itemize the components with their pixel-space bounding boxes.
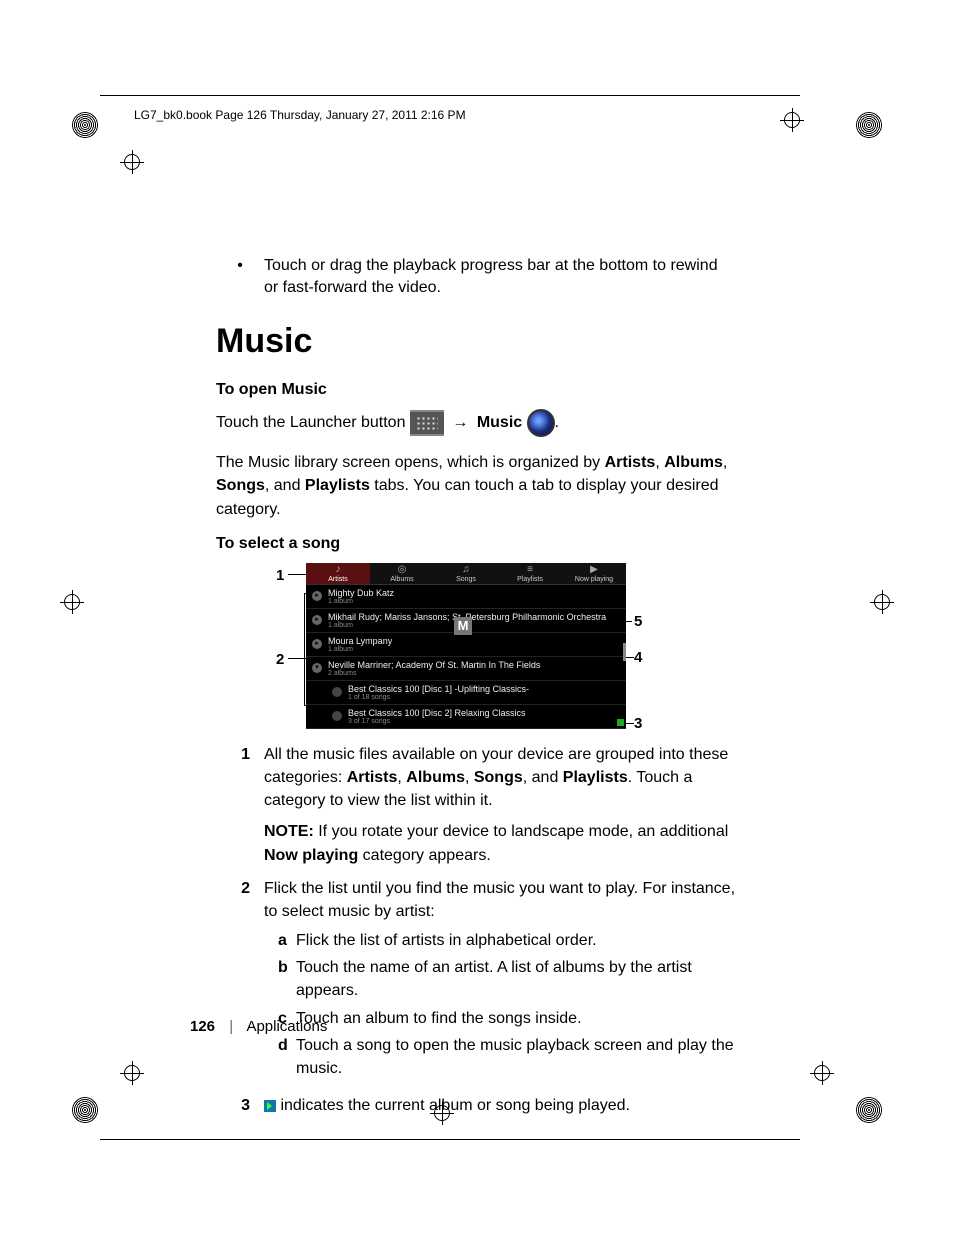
substep-a: aFlick the list of artists in alphabetic… <box>278 929 736 952</box>
now-playing-indicator-icon <box>617 719 624 726</box>
registration-mark <box>870 590 894 614</box>
text: . <box>555 414 559 431</box>
crop-swirl <box>856 112 882 138</box>
text: Touch the Launcher button <box>216 414 410 431</box>
tab-now-playing: ▶Now playing <box>562 563 626 585</box>
registration-mark <box>810 1061 834 1085</box>
substep-b: bTouch the name of an artist. A list of … <box>278 956 736 1002</box>
artist-row: ▸ Mighty Dub Katz1 album <box>306 585 626 609</box>
music-icon <box>527 409 555 437</box>
album-row: Best Classics 100 [Disc 1] -Uplifting Cl… <box>306 681 626 705</box>
tab-playlists: ≡Playlists <box>498 563 562 585</box>
open-music-instruction: Touch the Launcher button → Music . <box>216 409 736 437</box>
callout-4: 4 <box>634 649 642 666</box>
registration-mark <box>120 150 144 174</box>
album-icon <box>332 711 342 721</box>
index-letter-overlay: M <box>454 617 472 635</box>
page-content: • Touch or drag the playback progress ba… <box>216 255 736 1127</box>
step-1: 1 All the music files available on your … <box>216 743 736 867</box>
registration-mark <box>120 1061 144 1085</box>
crop-line <box>100 95 800 96</box>
numbered-steps: 1 All the music files available on your … <box>216 743 736 1118</box>
library-description: The Music library screen opens, which is… <box>216 451 736 521</box>
callout-bracket <box>304 593 305 705</box>
expand-icon: ▸ <box>312 591 322 601</box>
substep-c: cTouch an album to find the songs inside… <box>278 1007 736 1030</box>
annotated-screenshot: 1 2 5 4 3 ♪Artists ◎Albums ♫Songs ≡Playl… <box>216 563 736 729</box>
callout-line <box>288 574 306 575</box>
artist-row: ▾ Neville Marriner; Academy Of St. Marti… <box>306 657 626 681</box>
play-indicator-icon <box>264 1100 276 1112</box>
scrollbar-thumb <box>623 643 626 661</box>
footer-separator: | <box>229 1018 233 1035</box>
page-number: 126 <box>190 1018 215 1035</box>
page-footer: 126 | Applications <box>190 1018 327 1035</box>
bullet-text: Touch or drag the playback progress bar … <box>264 255 736 298</box>
running-header: LG7_bk0.book Page 126 Thursday, January … <box>134 108 466 122</box>
note-label: NOTE: <box>264 823 314 840</box>
registration-mark <box>780 108 804 132</box>
subheading-select-song: To select a song <box>216 535 736 553</box>
music-label: Music <box>477 414 522 431</box>
substep-d: dTouch a song to open the music playback… <box>278 1034 736 1080</box>
tab-songs: ♫Songs <box>434 563 498 585</box>
expand-icon: ▸ <box>312 615 322 625</box>
step-2: 2 Flick the list until you find the musi… <box>216 877 736 1085</box>
crop-swirl <box>72 1097 98 1123</box>
crop-swirl <box>856 1097 882 1123</box>
tab-artists: ♪Artists <box>306 563 370 585</box>
registration-mark <box>60 590 84 614</box>
launcher-icon <box>410 410 444 436</box>
manual-page: LG7_bk0.book Page 126 Thursday, January … <box>0 0 954 1235</box>
footer-section: Applications <box>246 1018 327 1035</box>
callout-2: 2 <box>276 651 284 668</box>
music-tabs: ♪Artists ◎Albums ♫Songs ≡Playlists ▶Now … <box>306 563 626 585</box>
album-row: Best Classics 100 [Disc 2] Relaxing Clas… <box>306 705 626 729</box>
device-screenshot: ♪Artists ◎Albums ♫Songs ≡Playlists ▶Now … <box>306 563 626 729</box>
expand-icon: ▸ <box>312 639 322 649</box>
step-3: 3 indicates the current album or song be… <box>216 1094 736 1117</box>
collapse-icon: ▾ <box>312 663 322 673</box>
bullet-marker: • <box>216 255 264 298</box>
callout-3: 3 <box>634 715 642 732</box>
crop-line <box>100 1139 800 1140</box>
bullet-item: • Touch or drag the playback progress ba… <box>216 255 736 298</box>
album-icon <box>332 687 342 697</box>
subheading-open-music: To open Music <box>216 381 736 399</box>
callout-1: 1 <box>276 567 284 584</box>
crop-swirl <box>72 112 98 138</box>
tab-albums: ◎Albums <box>370 563 434 585</box>
arrow-icon: → <box>452 414 468 431</box>
section-title: Music <box>216 322 736 361</box>
callout-5: 5 <box>634 613 642 630</box>
artist-row: ▸ Moura Lympany1 album <box>306 633 626 657</box>
